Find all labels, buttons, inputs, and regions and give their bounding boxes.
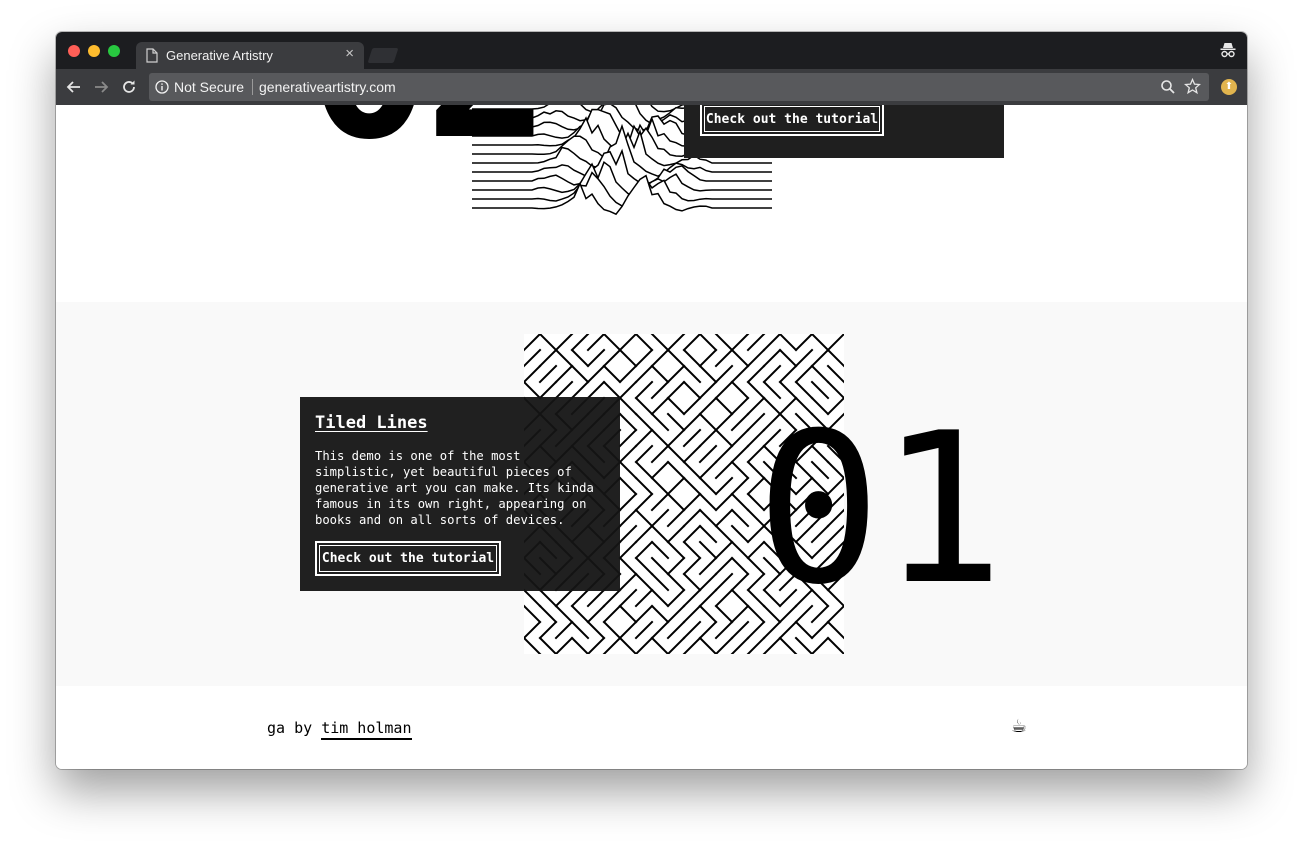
tab-title: Generative Artistry [166, 48, 273, 63]
zoom-icon[interactable] [1160, 79, 1176, 100]
bookmark-star-icon[interactable] [1183, 77, 1202, 100]
reload-icon[interactable] [121, 79, 137, 100]
maximize-window-button[interactable] [108, 45, 120, 57]
footer-credit: ga by tim holman [267, 719, 412, 740]
browser-toolbar: Not Secure generativeartistry.com ⬆ [56, 69, 1247, 105]
tab-close-icon[interactable]: × [345, 45, 354, 62]
incognito-icon [1219, 41, 1237, 64]
address-separator [252, 79, 253, 95]
coffee-icon[interactable]: ☕ [1011, 716, 1027, 737]
card-title[interactable]: Tiled Lines [315, 413, 428, 433]
address-bar[interactable]: Not Secure generativeartistry.com [149, 73, 1209, 101]
tutorial-button-02[interactable]: Check out the tutorial [700, 105, 884, 136]
tab-generative-artistry[interactable]: Generative Artistry × [136, 42, 364, 69]
minimize-window-button[interactable] [88, 45, 100, 57]
section-number-01: 01 [756, 389, 1004, 631]
info-icon[interactable] [155, 80, 169, 99]
tutorial-card-02: Check out the tutorial [684, 105, 1004, 158]
section-tiled-lines: 01 Tiled Lines This demo is one of the m… [56, 302, 1247, 686]
author-link[interactable]: tim holman [321, 719, 412, 740]
card-description: This demo is one of the most simplistic,… [315, 449, 594, 527]
security-status[interactable]: Not Secure [174, 79, 244, 95]
page-content: 02 Check out the tutorial 01 Tiled Lines… [56, 105, 1247, 769]
tutorial-card-01: Tiled Lines This demo is one of the most… [300, 397, 620, 591]
tutorial-button-01[interactable]: Check out the tutorial [315, 541, 501, 576]
extension-icon[interactable]: ⬆ [1221, 79, 1237, 95]
forward-arrow-icon[interactable] [93, 79, 109, 100]
document-icon [146, 48, 158, 68]
close-window-button[interactable] [68, 45, 80, 57]
footer-prefix: ga by [267, 719, 313, 737]
url-text[interactable]: generativeartistry.com [259, 79, 396, 95]
browser-window: Generative Artistry × Not Secure generat… [56, 32, 1247, 769]
new-tab-button[interactable] [367, 48, 399, 63]
back-arrow-icon[interactable] [66, 79, 82, 100]
tab-bar: Generative Artistry × [56, 32, 1247, 69]
